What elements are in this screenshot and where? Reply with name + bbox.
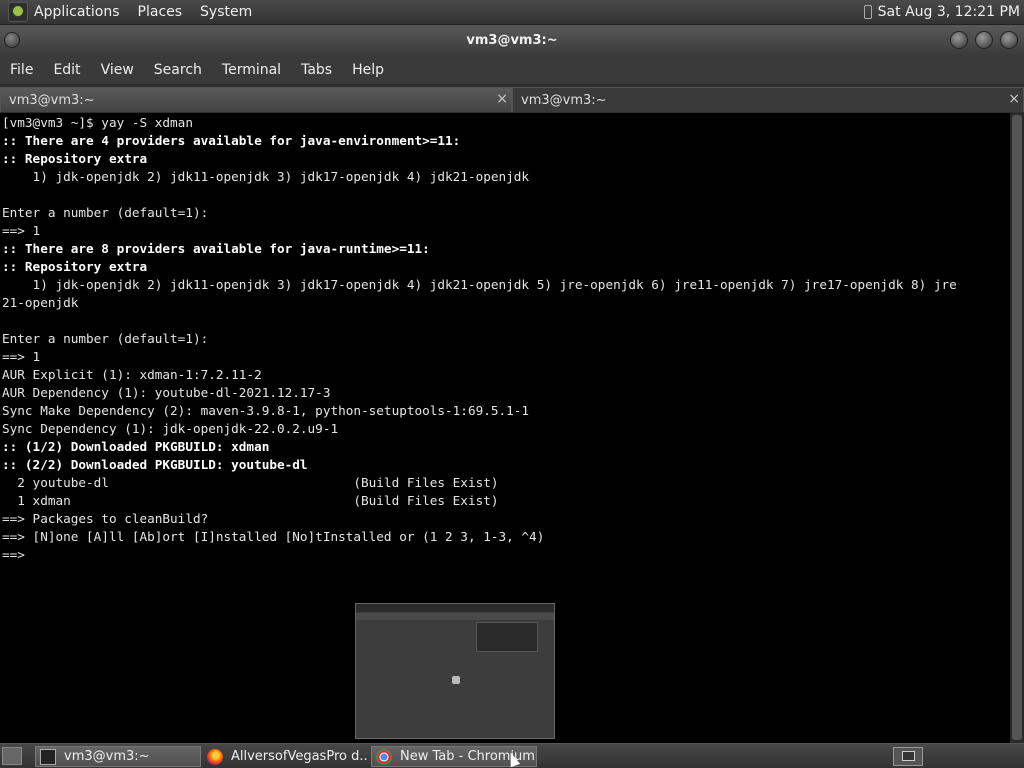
places-menu[interactable]: Places (138, 4, 183, 20)
tab-terminal-1[interactable]: vm3@vm3:~ × (0, 87, 512, 112)
panel-clock[interactable]: Sat Aug 3, 12:21 PM (878, 4, 1020, 20)
terminal-line: 1 xdman (Build Files Exist) (2, 493, 499, 508)
tab-label: vm3@vm3:~ (521, 92, 607, 108)
menu-tabs[interactable]: Tabs (291, 62, 342, 78)
menu-help[interactable]: Help (342, 62, 394, 78)
task-label: vm3@vm3:~ (64, 749, 150, 764)
terminal-line: Sync Dependency (1): jdk-openjdk-22.0.2.… (2, 421, 339, 436)
scrollbar-thumb[interactable] (1012, 115, 1022, 740)
menu-search[interactable]: Search (144, 62, 212, 78)
task-label: AllversofVegasPro d... (231, 749, 369, 764)
tab-terminal-2[interactable]: vm3@vm3:~ × (512, 87, 1024, 112)
terminal-line: Sync Make Dependency (2): maven-3.9.8-1,… (2, 403, 530, 418)
terminal-line: ==> [N]one [A]ll [Ab]ort [I]nstalled [No… (2, 529, 545, 544)
terminal-line: :: (1/2) Downloaded PKGBUILD: xdman (2, 439, 270, 454)
terminal-line: :: Repository extra (2, 151, 148, 166)
battery-icon (863, 5, 872, 19)
menu-terminal[interactable]: Terminal (212, 62, 291, 78)
terminal-line: 2 youtube-dl (Build Files Exist) (2, 475, 499, 490)
task-firefox[interactable]: AllversofVegasPro d... (203, 746, 369, 767)
terminal-line: AUR Explicit (1): xdman-1:7.2.11-2 (2, 367, 262, 382)
maximize-button[interactable] (975, 31, 993, 49)
terminal-line: ==> (2, 547, 25, 562)
menu-view[interactable]: View (91, 62, 144, 78)
applications-menu[interactable]: Applications (34, 4, 120, 20)
window-preview-thumbnail[interactable] (355, 603, 555, 739)
preview-address-bar (356, 613, 554, 620)
menu-edit[interactable]: Edit (43, 62, 90, 78)
window-menu-icon[interactable] (4, 32, 20, 48)
close-icon[interactable]: × (496, 91, 508, 107)
show-desktop-icon[interactable] (2, 747, 22, 765)
top-panel: Applications Places System Sat Aug 3, 12… (0, 0, 1024, 25)
task-terminal[interactable]: vm3@vm3:~ (35, 746, 201, 767)
close-icon[interactable]: × (1008, 91, 1020, 107)
preview-titlebar (356, 604, 554, 612)
terminal-line: ==> Packages to cleanBuild? (2, 511, 209, 526)
firefox-icon (207, 748, 223, 765)
window-title: vm3@vm3:~ (466, 32, 558, 48)
preview-popup (476, 622, 538, 652)
terminal-line: ==> 1 (2, 223, 41, 238)
distro-logo-icon[interactable] (8, 2, 28, 22)
terminal-line: :: There are 4 providers available for j… (2, 133, 461, 148)
window-titlebar[interactable]: vm3@vm3:~ (0, 25, 1024, 55)
terminal-line: :: There are 8 providers available for j… (2, 241, 430, 256)
tab-bar: vm3@vm3:~ × vm3@vm3:~ × (0, 85, 1024, 113)
workspace-window-icon (902, 751, 915, 761)
terminal-line: 1) jdk-openjdk 2) jdk11-openjdk 3) jdk17… (2, 277, 957, 292)
terminal-scrollbar[interactable] (1010, 113, 1024, 743)
menu-bar: File Edit View Search Terminal Tabs Help (0, 55, 1024, 85)
preview-page-icon (452, 676, 460, 684)
tab-label: vm3@vm3:~ (9, 92, 95, 108)
terminal-line: 1) jdk-openjdk 2) jdk11-openjdk 3) jdk17… (2, 169, 530, 184)
menu-file[interactable]: File (0, 62, 43, 78)
terminal-icon (40, 748, 56, 765)
minimize-button[interactable] (950, 31, 968, 49)
close-window-button[interactable] (1000, 31, 1018, 49)
terminal-line: :: (2/2) Downloaded PKGBUILD: youtube-dl (2, 457, 308, 472)
terminal-line: [vm3@vm3 ~]$ yay -S xdman (2, 115, 193, 130)
terminal-line: Enter a number (default=1): (2, 331, 209, 346)
terminal-line: Enter a number (default=1): (2, 205, 209, 220)
terminal-line: :: Repository extra (2, 259, 148, 274)
workspace-switcher[interactable] (893, 747, 923, 766)
terminal-line: AUR Dependency (1): youtube-dl-2021.12.1… (2, 385, 331, 400)
terminal-line: ==> 1 (2, 349, 41, 364)
chromium-icon (376, 748, 392, 765)
terminal-line: 21-openjdk (2, 295, 79, 310)
system-menu[interactable]: System (200, 4, 252, 20)
